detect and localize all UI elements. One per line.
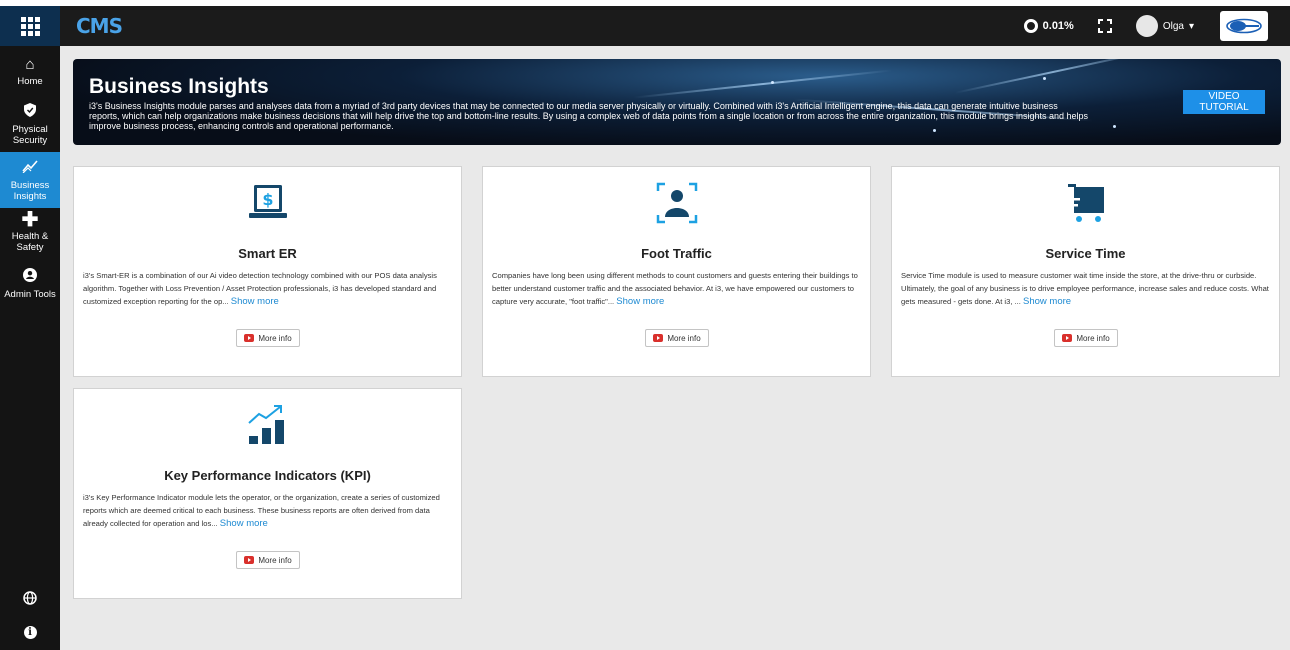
more-info-button[interactable]: More info (1054, 329, 1118, 347)
video-tutorial-button[interactable]: VIDEO TUTORIAL (1183, 90, 1265, 114)
avatar (1135, 15, 1158, 37)
info-icon: i (23, 625, 37, 639)
card-title: Service Time (1045, 246, 1126, 261)
user-icon (23, 268, 37, 287)
card-description: Service Time module is used to measure c… (901, 269, 1271, 308)
more-info-button[interactable]: More info (236, 551, 300, 569)
globe-icon (23, 591, 37, 605)
page-title: Business Insights (89, 75, 269, 98)
laptop-dollar-icon: $ (248, 185, 287, 218)
card-description-text: Companies have long been using different… (492, 271, 858, 306)
apps-grid-icon (20, 16, 40, 36)
show-more-link[interactable]: Show more (616, 296, 664, 307)
sidebar-item-health-safety[interactable]: ✚ Health & Safety (0, 208, 60, 256)
card-foot-traffic: Foot Traffic Companies have long been us… (482, 166, 871, 377)
video-play-icon (244, 334, 255, 342)
sidebar: ⌂ Home Physical Security Business Insigh… (0, 46, 60, 650)
sidebar-item-business-insights[interactable]: Business Insights (0, 152, 60, 208)
card-description: Companies have long been using different… (492, 269, 862, 308)
sidebar-item-admin-tools[interactable]: Admin Tools (0, 256, 60, 312)
cms-logo[interactable]: CMS (76, 14, 123, 38)
sidebar-item-label: Home (17, 75, 43, 87)
card-title: Key Performance Indicators (KPI) (164, 468, 371, 483)
caret-down-icon: ▾ (1188, 20, 1194, 32)
more-info-label: More info (667, 333, 701, 343)
bar-chart-trend-icon (247, 405, 284, 444)
card-title: Smart ER (238, 246, 297, 261)
card-description-text: Service Time module is used to measure c… (901, 271, 1269, 306)
i3-logo-icon (1226, 18, 1262, 34)
more-info-label: More info (258, 333, 292, 343)
show-more-link[interactable]: Show more (231, 296, 279, 307)
usage-value: 0.01% (1042, 20, 1074, 32)
business-insights-banner: Business Insights i3's Business Insights… (73, 59, 1281, 145)
sidebar-item-label: Physical Security (12, 123, 48, 146)
sidebar-item-physical-security[interactable]: Physical Security (0, 96, 60, 152)
card-smart-er: $ Smart ER i3's Smart-ER is a combinatio… (73, 166, 462, 377)
card-description: i3's Smart-ER is a combination of our Ai… (83, 269, 453, 308)
brand-logo (1220, 11, 1268, 41)
fullscreen-icon[interactable] (1097, 19, 1112, 33)
video-play-icon (244, 556, 255, 564)
info-button[interactable]: i (0, 620, 60, 644)
card-kpi: Key Performance Indicators (KPI) i3's Ke… (73, 388, 462, 599)
card-description: i3's Key Performance Indicator module le… (83, 491, 453, 530)
chart-icon (22, 159, 38, 178)
more-info-button[interactable]: More info (645, 329, 709, 347)
usage-ring-icon (1023, 19, 1038, 33)
sidebar-item-home[interactable]: ⌂ Home (0, 46, 60, 96)
plus-icon: ✚ (21, 209, 39, 231)
video-play-icon (1062, 334, 1073, 342)
banner-description: i3's Business Insights module parses and… (89, 101, 1089, 131)
usage-indicator[interactable]: 0.01% (1023, 19, 1074, 33)
top-bar: CMS 0.01% Olga ▾ (0, 0, 1290, 46)
apps-grid-button[interactable] (0, 6, 60, 46)
more-info-button[interactable]: More info (236, 329, 300, 347)
language-button[interactable] (0, 586, 60, 610)
more-info-label: More info (258, 555, 292, 565)
show-more-link[interactable]: Show more (1023, 296, 1071, 307)
show-more-link[interactable]: Show more (220, 518, 268, 529)
user-name: Olga (1162, 20, 1184, 32)
sidebar-item-label: Admin Tools (4, 289, 56, 300)
cart-icon (1067, 184, 1104, 222)
card-title: Foot Traffic (641, 246, 712, 261)
more-info-label: More info (1076, 333, 1110, 343)
shield-icon (24, 102, 36, 122)
person-focus-icon (656, 182, 697, 224)
home-icon: ⌂ (25, 55, 35, 73)
sidebar-item-label: Health & Safety (11, 231, 49, 253)
video-play-icon (653, 334, 664, 342)
card-service-time: Service Time Service Time module is used… (891, 166, 1280, 377)
svg-text:$: $ (262, 190, 273, 209)
sidebar-item-label: Business Insights (10, 179, 50, 202)
user-menu[interactable]: Olga ▾ (1135, 15, 1194, 37)
